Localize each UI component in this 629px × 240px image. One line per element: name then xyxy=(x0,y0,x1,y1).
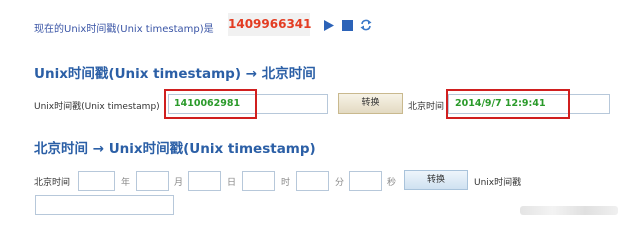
second-label: 秒 xyxy=(387,178,397,188)
unix-timestamp-label-2: Unix时间戳 xyxy=(474,178,522,188)
beijing-time-label-2: 北京时间 xyxy=(34,178,71,188)
current-timestamp-label: 现在的Unix时间戳(Unix timestamp)是 xyxy=(34,24,214,35)
hour-label: 时 xyxy=(281,178,291,188)
second-input[interactable] xyxy=(349,171,382,191)
section-heading-unix-to-beijing: Unix时间戳(Unix timestamp) → 北京时间 xyxy=(34,66,316,82)
blurred-watermark xyxy=(520,206,618,215)
year-input[interactable] xyxy=(78,171,115,191)
refresh-icon[interactable] xyxy=(360,19,372,31)
unix-timestamp-label: Unix时间戳(Unix timestamp) xyxy=(34,102,160,112)
day-label: 日 xyxy=(227,178,237,188)
highlight-box-beijing-time xyxy=(446,89,570,119)
minute-label: 分 xyxy=(335,178,345,188)
current-timestamp-value: 1409966341 xyxy=(228,13,312,36)
stop-icon[interactable] xyxy=(342,20,353,31)
year-label: 年 xyxy=(121,178,131,188)
hour-input[interactable] xyxy=(242,171,275,191)
minute-input[interactable] xyxy=(296,171,329,191)
day-input[interactable] xyxy=(188,171,221,191)
play-icon[interactable] xyxy=(323,20,334,31)
convert-to-beijing-button[interactable]: 转换 xyxy=(338,93,403,114)
convert-to-unix-button[interactable]: 转换 xyxy=(404,170,468,190)
beijing-time-label: 北京时间 xyxy=(408,102,445,112)
month-label: 月 xyxy=(174,178,184,188)
unix-timestamp-result[interactable] xyxy=(35,195,174,215)
highlight-box-timestamp xyxy=(164,89,257,119)
section-heading-beijing-to-unix: 北京时间 → Unix时间戳(Unix timestamp) xyxy=(34,141,316,157)
month-input[interactable] xyxy=(136,171,169,191)
